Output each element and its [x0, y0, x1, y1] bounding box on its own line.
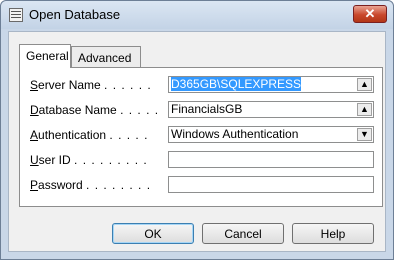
chevron-down-icon[interactable]: ▼ [357, 128, 372, 141]
dialog-client-area: General Advanced Server Name . . . . . .… [8, 31, 386, 252]
lookup-up-arrow-icon[interactable]: ▲ [357, 103, 372, 116]
authentication-value: Windows Authentication [171, 127, 299, 141]
authentication-label: Authentication . . . . . [30, 128, 149, 142]
cancel-button[interactable]: Cancel [202, 223, 284, 244]
server-name-row: Server Name . . . . . . D365GB\SQLEXPRES… [30, 76, 375, 93]
database-name-field[interactable]: FinancialsGB ▲ [168, 101, 374, 118]
help-button[interactable]: Help [292, 223, 374, 244]
user-id-label: User ID . . . . . . . . . [30, 153, 148, 167]
tab-general[interactable]: General [19, 44, 71, 68]
lookup-up-arrow-icon[interactable]: ▲ [357, 78, 372, 91]
cancel-button-label: Cancel [224, 226, 262, 241]
database-name-row: Database Name . . . . . FinancialsGB ▲ [30, 101, 375, 118]
title-bar[interactable]: Open Database ✕ [1, 1, 393, 29]
database-name-value: FinancialsGB [171, 102, 243, 116]
ok-button[interactable]: OK [112, 223, 194, 244]
general-tab-panel: Server Name . . . . . . D365GB\SQLEXPRES… [19, 67, 383, 207]
tab-advanced[interactable]: Advanced [71, 46, 141, 68]
server-name-value: D365GB\SQLEXPRESS [171, 77, 302, 91]
help-button-label: Help [320, 226, 346, 241]
user-id-input[interactable] [168, 151, 374, 168]
close-button[interactable]: ✕ [353, 5, 387, 23]
password-input[interactable] [168, 176, 374, 193]
window-title: Open Database [29, 7, 121, 22]
server-name-field[interactable]: D365GB\SQLEXPRESS ▲ [168, 76, 374, 93]
database-name-label: Database Name . . . . . [30, 103, 160, 117]
authentication-select[interactable]: Windows Authentication ▼ [168, 126, 374, 143]
server-name-label: Server Name . . . . . . [30, 78, 152, 92]
tab-general-label: General [26, 49, 69, 63]
open-database-dialog: Open Database ✕ General Advanced Server … [0, 0, 394, 260]
user-id-row: User ID . . . . . . . . . [30, 151, 375, 168]
password-label: Password . . . . . . . . [30, 178, 152, 192]
password-row: Password . . . . . . . . [30, 176, 375, 193]
close-icon: ✕ [364, 6, 376, 21]
authentication-row: Authentication . . . . . Windows Authent… [30, 126, 375, 143]
ok-button-label: OK [144, 226, 162, 241]
window-app-icon[interactable] [9, 8, 23, 22]
tab-advanced-label: Advanced [78, 51, 132, 65]
